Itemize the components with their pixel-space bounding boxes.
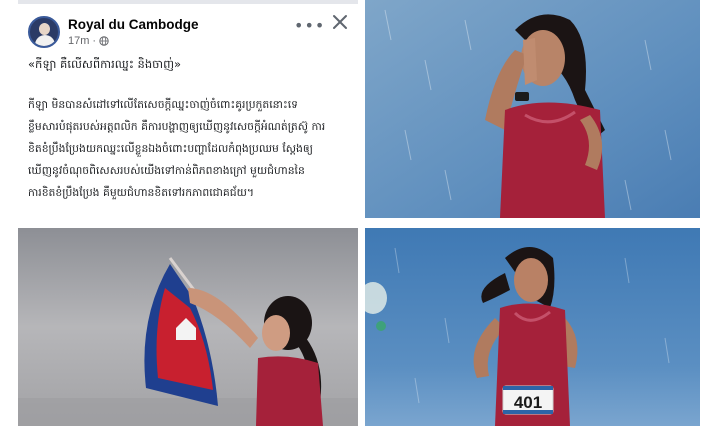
meta-separator: · <box>92 35 97 47</box>
post-body-line: កីឡា មិនបានសំដៅទៅលើតែសេចក្ដីឈ្នះចាញ់ចំពោ… <box>28 98 298 111</box>
photo-athlete-praying[interactable] <box>365 0 700 218</box>
post-meta: 17m · <box>68 35 109 47</box>
globe-icon <box>99 36 109 46</box>
post-body-line: ខិតខំប្រឹងប្រែងយកឈ្នះលើខ្លួនឯងចំពោះបញ្ហា… <box>28 142 313 155</box>
bib-number: 401 <box>514 393 542 412</box>
close-icon[interactable] <box>330 12 350 32</box>
post-headline: «កីឡា គឺលើសពីការឈ្នះ និងចាញ់» <box>28 57 182 71</box>
post-top-divider <box>18 0 358 4</box>
photo-athlete-with-flag[interactable] <box>18 228 358 426</box>
page-avatar[interactable] <box>28 16 60 48</box>
post-body-line: ឃើញនូវចំណុចពិសេសរបស់យើងទៅកាន់ពិភពខាងក្រៅ… <box>28 164 305 177</box>
post-body: កីឡា មិនបានសំដៅទៅលើតែសេចក្ដីឈ្នះចាញ់ចំពោ… <box>28 94 352 204</box>
page-name-link[interactable]: Royal du Cambodge <box>68 17 199 32</box>
photo-athlete-running[interactable]: 401 <box>365 228 700 426</box>
post-timestamp[interactable]: 17m <box>68 35 89 47</box>
post-body-line: ការខិតខំប្រឹងប្រែង គឺមួយជំហានខិតទៅរកភាពជ… <box>28 186 255 199</box>
more-options-icon[interactable]: ••• <box>294 16 325 35</box>
facebook-post-card: Royal du Cambodge 17m · ••• «កីឡា គឺលើសព… <box>18 0 358 222</box>
post-body-line: ខ្លឹមសារបំផុតរបស់អត្តពលិក គឺការបង្ហាញឲ្យ… <box>28 120 326 133</box>
